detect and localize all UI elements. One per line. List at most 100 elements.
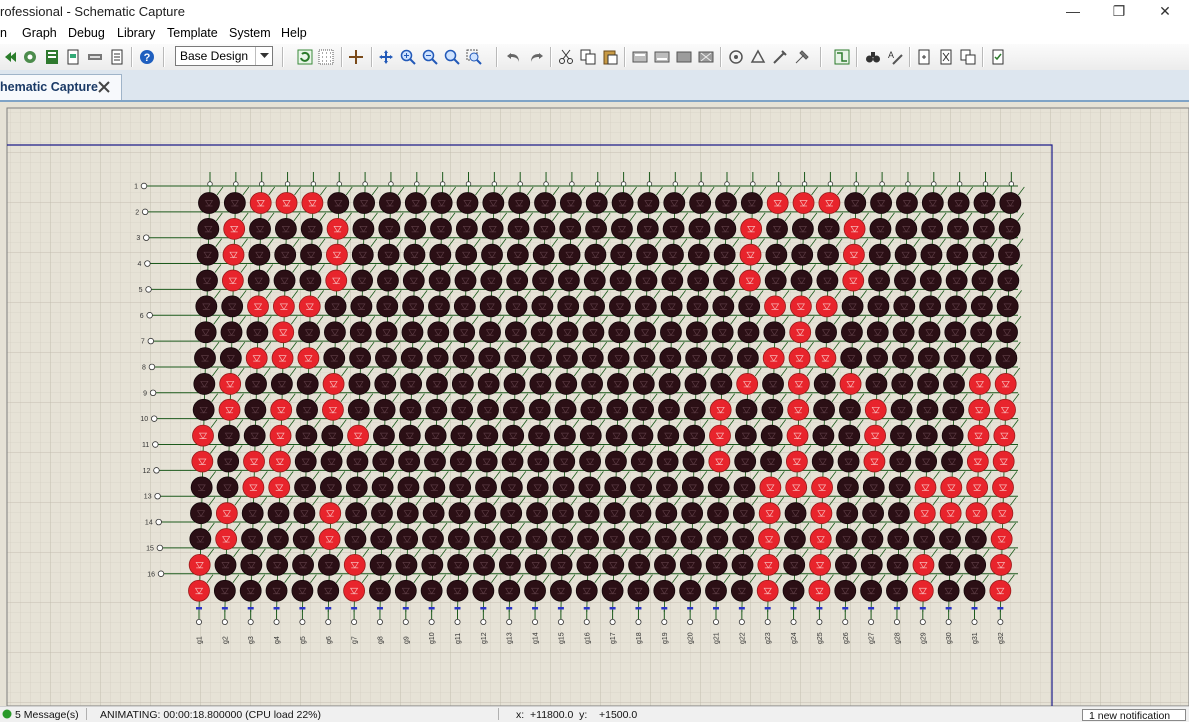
column-terminal[interactable] (842, 619, 849, 626)
led-on[interactable] (787, 373, 810, 395)
led-off[interactable] (274, 217, 297, 240)
block-move-icon[interactable] (652, 47, 672, 67)
led-off[interactable] (449, 450, 472, 473)
led-off[interactable] (894, 269, 916, 292)
led-off[interactable] (196, 243, 219, 266)
led-off[interactable] (970, 295, 993, 318)
led-off[interactable] (217, 450, 240, 473)
led-off[interactable] (556, 321, 579, 344)
led-on[interactable] (247, 295, 269, 318)
led-off[interactable] (377, 243, 400, 266)
led-off[interactable] (399, 398, 422, 421)
led-off[interactable] (533, 217, 556, 240)
led-off[interactable] (554, 424, 576, 447)
led-on[interactable] (787, 398, 810, 421)
zoom-all-icon[interactable] (442, 47, 462, 67)
led-off[interactable] (558, 269, 580, 292)
row-terminal[interactable] (154, 493, 161, 500)
led-off[interactable] (402, 295, 425, 318)
column-terminal[interactable] (273, 619, 280, 626)
play-back-icon[interactable] (0, 47, 20, 67)
led-off[interactable] (862, 502, 884, 525)
led-off[interactable] (422, 502, 445, 525)
led-on[interactable] (990, 528, 1013, 550)
help-icon[interactable]: ? (137, 47, 157, 67)
led-off[interactable] (865, 373, 888, 395)
led-off[interactable] (579, 450, 601, 473)
led-off[interactable] (973, 192, 996, 214)
led-off[interactable] (558, 243, 581, 266)
led-off[interactable] (995, 347, 1018, 370)
led-off[interactable] (730, 579, 753, 602)
led-on[interactable] (939, 502, 962, 525)
led-off[interactable] (300, 243, 322, 266)
led-off[interactable] (353, 192, 376, 214)
led-on[interactable] (249, 192, 272, 214)
led-off[interactable] (370, 528, 393, 550)
column-terminal[interactable] (557, 619, 564, 626)
led-on[interactable] (757, 553, 780, 576)
led-off[interactable] (451, 398, 474, 421)
led-off[interactable] (532, 269, 554, 292)
led-off[interactable] (350, 295, 373, 318)
led-off[interactable] (867, 295, 890, 318)
led-off[interactable] (578, 476, 601, 499)
led-off[interactable] (524, 553, 547, 576)
led-off[interactable] (663, 192, 686, 214)
led-off[interactable] (455, 243, 478, 266)
row-terminal[interactable] (141, 208, 149, 216)
led-off[interactable] (327, 192, 350, 214)
led-off[interactable] (526, 502, 548, 525)
property-tool-icon[interactable]: A (885, 47, 905, 67)
led-off[interactable] (611, 192, 634, 214)
sheet-navigate-icon[interactable] (958, 47, 978, 67)
column-terminal[interactable] (221, 619, 228, 626)
led-on[interactable] (343, 553, 366, 576)
led-off[interactable] (919, 295, 942, 318)
led-off[interactable] (299, 269, 322, 292)
led-off[interactable] (244, 398, 267, 421)
led-off[interactable] (964, 553, 987, 576)
led-off[interactable] (706, 528, 729, 550)
led-off[interactable] (942, 398, 965, 421)
led-on[interactable] (967, 424, 990, 447)
led-on[interactable] (215, 528, 238, 550)
led-on[interactable] (297, 347, 320, 370)
led-off[interactable] (246, 321, 269, 344)
tape-icon[interactable] (85, 47, 105, 67)
led-off[interactable] (501, 450, 524, 473)
led-off[interactable] (197, 217, 220, 240)
led-off[interactable] (605, 450, 627, 473)
led-off[interactable] (947, 217, 969, 240)
led-off[interactable] (764, 269, 787, 292)
column-terminal[interactable] (480, 619, 487, 626)
pan-icon[interactable] (376, 47, 396, 67)
copy-icon[interactable] (578, 47, 598, 67)
led-off[interactable] (790, 269, 813, 292)
row-terminal[interactable] (153, 467, 160, 474)
row-terminal[interactable] (152, 441, 159, 448)
led-off[interactable] (424, 424, 447, 447)
led-off[interactable] (447, 528, 470, 550)
led-off[interactable] (662, 217, 685, 240)
led-on[interactable] (809, 528, 832, 550)
led-off[interactable] (657, 424, 680, 447)
led-off[interactable] (534, 192, 556, 214)
led-off[interactable] (421, 553, 444, 576)
led-off[interactable] (429, 243, 452, 266)
led-off[interactable] (528, 398, 551, 421)
led-off[interactable] (836, 502, 859, 525)
led-off[interactable] (632, 398, 655, 421)
led-off[interactable] (997, 269, 1020, 292)
led-on[interactable] (818, 192, 841, 214)
led-on[interactable] (215, 502, 238, 525)
led-off[interactable] (506, 269, 529, 292)
led-off[interactable] (888, 476, 911, 499)
led-off[interactable] (296, 398, 318, 421)
led-off[interactable] (686, 295, 709, 318)
led-off[interactable] (428, 295, 450, 318)
led-off[interactable] (920, 243, 943, 266)
led-off[interactable] (636, 217, 659, 240)
led-off[interactable] (762, 373, 784, 395)
led-off[interactable] (373, 398, 396, 421)
